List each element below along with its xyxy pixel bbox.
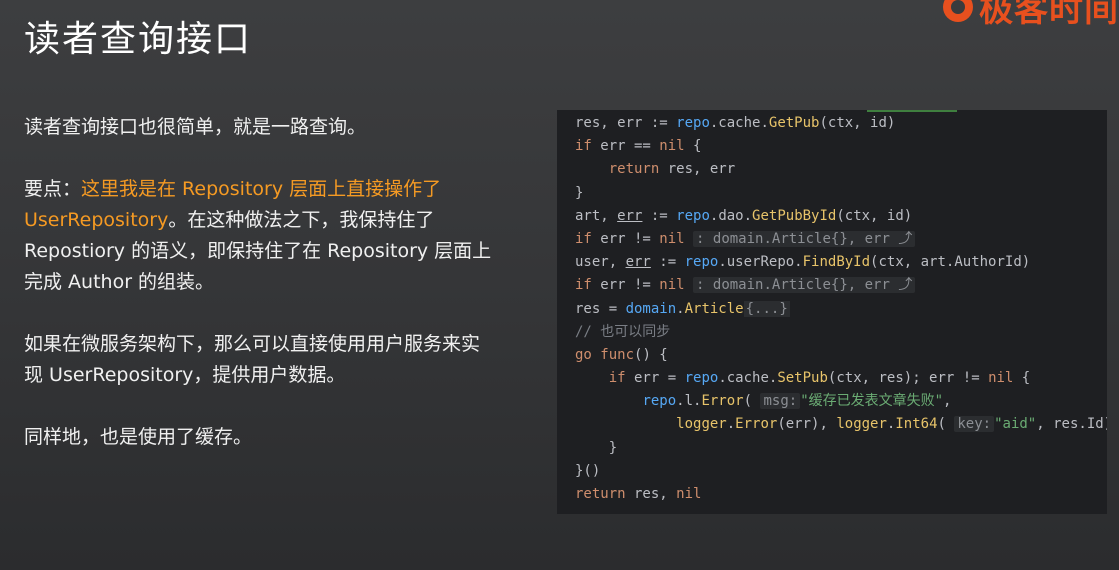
code-line: return res, err bbox=[608, 161, 736, 178]
code-line: if err = repo.cache.SetPub(ctx, res); er… bbox=[608, 370, 1031, 387]
code-line: } bbox=[575, 439, 618, 456]
code-line: repo.l.Error( msg: "缓存已发表文章失败", bbox=[642, 393, 952, 410]
param-hint: key: bbox=[954, 416, 995, 433]
param-hint: msg: bbox=[760, 393, 801, 410]
folded-hint[interactable]: : domain.Article{}, err ⤴ bbox=[693, 230, 916, 247]
code-string: "缓存已发表文章失败" bbox=[800, 393, 944, 410]
code-line: if err == nil { bbox=[575, 138, 702, 155]
paragraph-4: 同样地，也是使用了缓存。 bbox=[24, 426, 253, 448]
code-line: art, err := repo.dao.GetPubById(ctx, id) bbox=[575, 207, 913, 224]
code-line: if err != nil : domain.Article{}, err ⤴ bbox=[575, 274, 1107, 297]
folded-hint[interactable]: : domain.Article{}, err ⤴ bbox=[693, 277, 916, 294]
paragraph-1: 读者查询接口也很简单，就是一路查询。 bbox=[24, 116, 367, 138]
paragraph-3: 如果在微服务架构下，那么可以直接使用用户服务来实现 UserRepository… bbox=[24, 333, 481, 386]
code-line: res = domain.Article {...} bbox=[575, 300, 790, 317]
paragraph-2: 要点：这里我是在 Repository 层面上直接操作了 UserReposit… bbox=[24, 174, 494, 298]
folded-block[interactable]: {...} bbox=[743, 300, 790, 317]
key-point-label: 要点： bbox=[24, 178, 82, 200]
code-line: if err != nil : domain.Article{}, err ⤴ bbox=[575, 228, 1107, 251]
description-text: 读者查询接口也很简单，就是一路查询。 要点：这里我是在 Repository 层… bbox=[24, 112, 494, 484]
code-line: user, err := repo.userRepo.FindById(ctx,… bbox=[575, 254, 1031, 271]
code-line: go func() { bbox=[575, 346, 668, 363]
code-line: res, err := repo.cache.GetPub(ctx, id) bbox=[575, 115, 896, 131]
logo-icon bbox=[943, 0, 973, 22]
logo: 极客时间 bbox=[943, 0, 1119, 31]
code-line: } bbox=[575, 184, 584, 201]
code-string: "aid" bbox=[994, 416, 1037, 433]
code-block: res, err := repo.cache.GetPub(ctx, id) if… bbox=[575, 112, 1107, 506]
code-line: return res, nil bbox=[575, 486, 702, 502]
code-line: }() bbox=[575, 462, 601, 479]
code-comment: // 也可以同步 bbox=[575, 323, 671, 340]
code-line: logger.Error(err), logger.Int64( key: "ai… bbox=[676, 416, 1107, 433]
logo-text: 极客时间 bbox=[979, 0, 1119, 30]
slide-title: 读者查询接口 bbox=[24, 19, 253, 60]
code-line: // 也可以同步 bbox=[575, 321, 1107, 344]
code-editor: res, err := repo.cache.GetPub(ctx, id) if… bbox=[557, 110, 1107, 514]
